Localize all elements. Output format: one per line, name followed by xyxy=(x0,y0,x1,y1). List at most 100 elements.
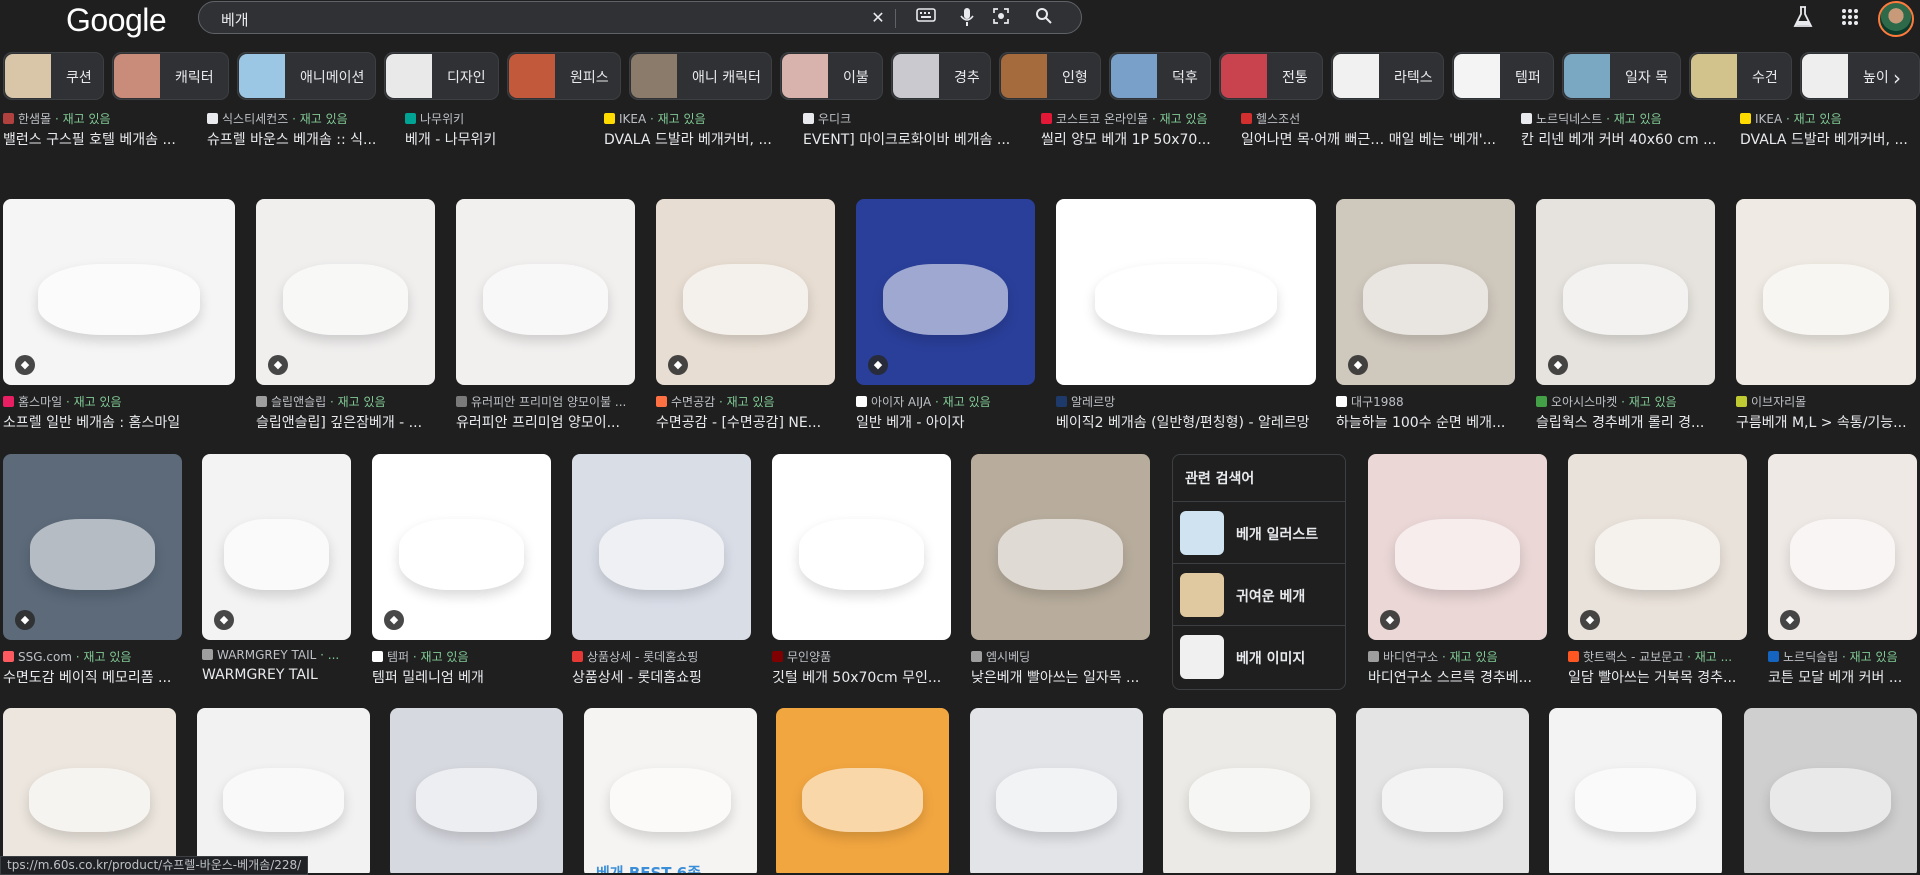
result-title[interactable]: 일반 베개 - 아이자 xyxy=(856,412,1035,432)
filter-chip[interactable]: 애니메이션 xyxy=(237,52,376,100)
result-title[interactable]: 낮은베개 빨아쓰는 일자목 ... xyxy=(971,667,1150,687)
result-source[interactable]: 상품상세 - 롯데홈쇼핑 xyxy=(572,648,751,665)
result-title[interactable]: 칸 리넨 베개 커버 40x60 cm ... xyxy=(1521,129,1731,149)
filter-chip[interactable]: 전통 xyxy=(1219,52,1323,100)
filter-chip[interactable]: 라텍스 xyxy=(1331,52,1444,100)
result-source[interactable]: SSG.com · 재고 있음 xyxy=(3,648,182,665)
related-search-item[interactable]: 베개 일러스트 xyxy=(1173,501,1345,562)
result-title[interactable]: 코튼 모달 베개 커버 ... xyxy=(1768,667,1917,687)
result-source[interactable]: 오아시스마켓 · 재고 있음 xyxy=(1536,393,1715,410)
lens-icon[interactable] xyxy=(990,7,1012,29)
filter-chip[interactable]: 일자 목 xyxy=(1562,52,1681,100)
result-source[interactable]: 이브자리몰 xyxy=(1736,393,1916,410)
result-title[interactable]: DVALA 드발라 베개커버, ... xyxy=(604,129,794,149)
search-box[interactable]: 베개 ✕ xyxy=(198,1,1082,34)
result-source[interactable]: 대구1988 xyxy=(1336,393,1515,410)
pillow-shape xyxy=(682,264,809,335)
result-source[interactable]: WARMGREY TAIL · ... xyxy=(202,648,351,662)
result-source[interactable]: 한샘몰 · 재고 있음 xyxy=(3,110,198,127)
result-source[interactable]: 나무위키 xyxy=(405,110,595,127)
result-source[interactable]: 템퍼 · 재고 있음 xyxy=(372,648,551,665)
result-source[interactable]: 아이자 AIJA · 재고 있음 xyxy=(856,393,1035,410)
filter-chip[interactable]: 애니 캐릭터 xyxy=(629,52,772,100)
stock-badge: · 재고 있음 xyxy=(409,650,469,664)
clear-icon[interactable]: ✕ xyxy=(867,7,889,29)
result-title[interactable]: 베개 - 나무위키 xyxy=(405,129,595,149)
result-source[interactable]: 노르딕슬립 · 재고 있음 xyxy=(1768,648,1917,665)
stock-badge: · 재고 있음 xyxy=(1838,650,1898,664)
result-title[interactable]: 씰리 양모 베개 1P 50x70... xyxy=(1041,129,1231,149)
result-title[interactable]: 슬립웍스 경추베개 롤리 경... xyxy=(1536,412,1715,432)
result-source[interactable]: 엠시베딩 xyxy=(971,648,1150,665)
filter-chip[interactable]: 원피스 xyxy=(507,52,621,100)
mic-icon[interactable] xyxy=(956,7,978,29)
result-title[interactable]: 수면도감 베이직 메모리폼 ... xyxy=(3,667,182,687)
result-source[interactable]: 수면공감 · 재고 있음 xyxy=(656,393,835,410)
result-title[interactable]: 일어나면 목·어깨 뻐근… 매일 베는 '베개'... xyxy=(1241,129,1511,149)
result-title[interactable]: 하늘하늘 100수 순면 베개... xyxy=(1336,412,1515,432)
result-title[interactable]: 베이직2 베개솜 (일반형/편칭형) - 알레르망 xyxy=(1056,412,1316,432)
result-title[interactable]: 슬립앤슬립] 깊은잠베개 - ... xyxy=(256,412,435,432)
result-source[interactable]: 우디크 xyxy=(803,110,1033,127)
result-title[interactable]: 일담 빨아쓰는 거북목 경추... xyxy=(1568,667,1747,687)
keyboard-icon[interactable] xyxy=(915,7,937,29)
related-search-label: 귀여운 베개 xyxy=(1236,589,1306,605)
filter-chip[interactable]: 쿠션 xyxy=(3,52,104,100)
result-title[interactable]: 슈프렐 바운스 베개솜 :: 식... xyxy=(207,129,397,149)
result-source[interactable]: 홈스마일 · 재고 있음 xyxy=(3,393,235,410)
result-title[interactable]: 소프렐 일반 베개솜 : 홈스마일 xyxy=(3,412,235,432)
result-thumbnail: ◆ xyxy=(1368,454,1547,640)
filter-chip[interactable]: 캐릭터 xyxy=(112,52,229,100)
result-source[interactable]: 헬스조선 xyxy=(1241,110,1511,127)
result-source[interactable]: 코스트코 온라인몰 · 재고 있음 xyxy=(1041,110,1231,127)
result-thumbnail xyxy=(1356,708,1529,873)
site-favicon xyxy=(1041,113,1052,124)
chip-thumbnail xyxy=(782,54,828,98)
result-source[interactable]: IKEA · 재고 있음 xyxy=(1740,110,1918,127)
account-avatar[interactable] xyxy=(1878,1,1914,37)
search-icon[interactable] xyxy=(1033,7,1055,29)
result-title[interactable]: 템퍼 밀레니엄 베개 xyxy=(372,667,551,687)
google-logo[interactable]: Google xyxy=(66,2,167,39)
stock-badge: · 재고 있음 xyxy=(71,650,132,664)
filter-chip[interactable]: 덕후 xyxy=(1109,52,1211,100)
result-title[interactable]: 유러피안 프리미엄 양모이... xyxy=(456,412,635,432)
result-source[interactable]: 노르딕네스트 · 재고 있음 xyxy=(1521,110,1731,127)
result-source[interactable]: 유러피안 프리미엄 양모이불 ... xyxy=(456,393,635,410)
labs-flask-icon[interactable] xyxy=(1792,5,1814,33)
filter-chip[interactable]: 경추 xyxy=(891,52,991,100)
result-title[interactable]: 깃털 베개 50x70cm 무인... xyxy=(772,667,951,687)
filter-chip[interactable]: 수건 xyxy=(1689,52,1792,100)
chip-thumbnail xyxy=(631,54,677,98)
related-search-item[interactable]: 베개 이미지 xyxy=(1173,625,1345,686)
result-title[interactable]: 상품상세 - 롯데홈쇼핑 xyxy=(572,667,751,687)
result-title[interactable]: 밸런스 구스필 호텔 베개솜 ... xyxy=(3,129,198,149)
site-favicon xyxy=(456,396,467,407)
result-source[interactable]: 식스티세컨즈 · 재고 있음 xyxy=(207,110,397,127)
filter-chip[interactable]: 템퍼 xyxy=(1452,52,1554,100)
result-source[interactable]: 무인양품 xyxy=(772,648,951,665)
result-source[interactable]: 바디연구소 · 재고 있음 xyxy=(1368,648,1547,665)
filter-chip[interactable]: 디자인 xyxy=(384,52,499,100)
result-source[interactable]: 알레르망 xyxy=(1056,393,1316,410)
result-title[interactable]: EVENT] 마이크로화이바 베개솜 ... xyxy=(803,129,1033,149)
result-title[interactable]: 구름베개 M,L > 속통/기능... xyxy=(1736,412,1916,432)
search-input[interactable]: 베개 xyxy=(221,9,249,30)
result-source[interactable]: 슬립앤슬립 · 재고 있음 xyxy=(256,393,435,410)
result-source[interactable]: IKEA · 재고 있음 xyxy=(604,110,794,127)
result-thumbnail: ◆ xyxy=(3,454,182,640)
filter-chip[interactable]: 이불 xyxy=(780,52,883,100)
chevron-right-icon[interactable]: › xyxy=(1893,66,1901,90)
result-title[interactable]: 수면공감 - [수면공감] NE... xyxy=(656,412,835,432)
result-title[interactable]: 바디연구소 스르륵 경추베... xyxy=(1368,667,1547,687)
result-thumbnail xyxy=(3,708,176,873)
filter-chip[interactable]: 인형 xyxy=(999,52,1101,100)
result-source[interactable]: 핫트랙스 - 교보문고 · 재고 ... xyxy=(1568,648,1747,665)
chip-thumbnail xyxy=(1111,54,1157,98)
result-title[interactable]: WARMGREY TAIL xyxy=(202,667,351,683)
related-search-item[interactable]: 귀여운 베개 xyxy=(1173,563,1345,624)
result-title[interactable]: DVALA 드발라 베개커버, ... xyxy=(1740,129,1918,149)
thumbnail-overlay-text: 베개 BEST 6종 xyxy=(596,864,701,873)
filter-chip[interactable]: 높이 xyxy=(1800,52,1920,100)
apps-grid-icon[interactable] xyxy=(1841,8,1859,30)
